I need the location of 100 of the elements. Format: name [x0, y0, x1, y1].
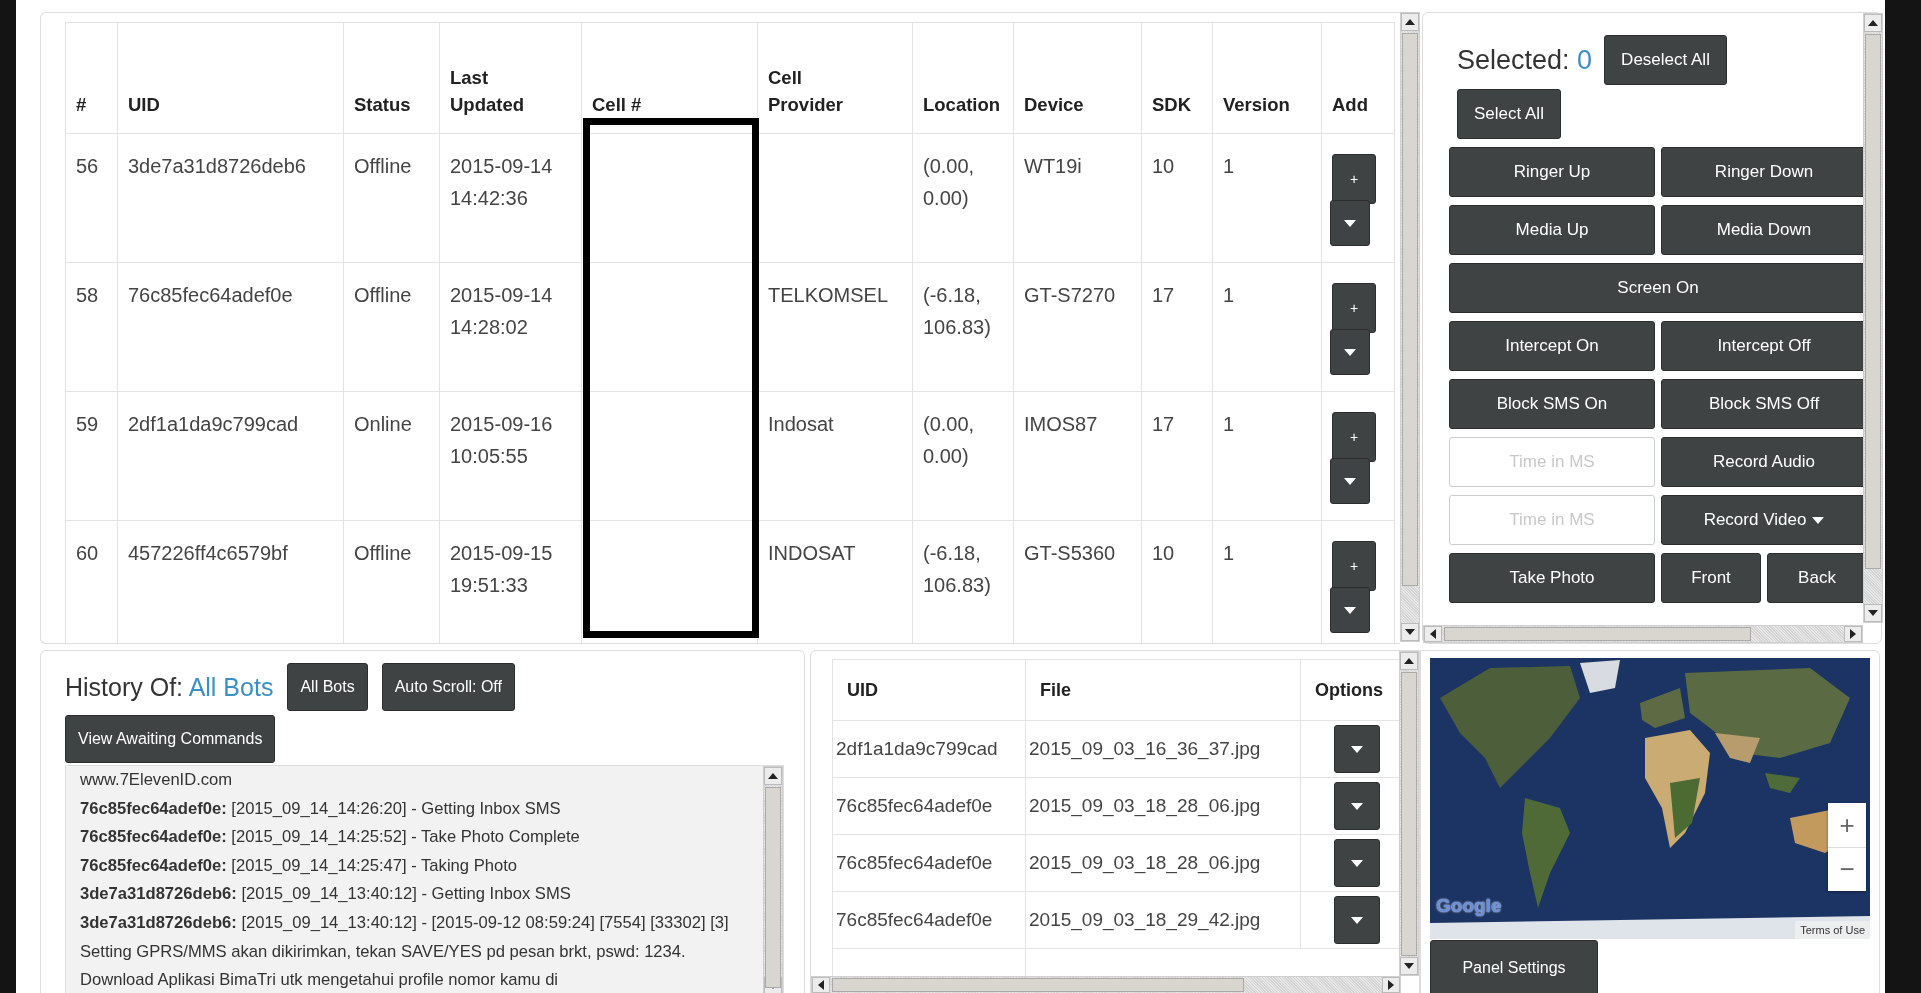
history-title: History Of: All Bots — [65, 672, 274, 702]
options-button[interactable] — [1333, 839, 1380, 887]
command-button[interactable]: Screen On — [1449, 263, 1863, 313]
column-header: Status — [343, 22, 440, 134]
table-cell-text: 60 — [76, 541, 100, 566]
table-cell-text: 1 — [1223, 541, 1236, 566]
caret-icon — [1344, 348, 1356, 356]
caret-icon — [1812, 516, 1825, 524]
table-cell-text: IMOS87 — [1024, 412, 1099, 437]
log-entry: 3de7a31d8726deb6: [2015_09_14_13:40:12] - Getting Inbox SMS — [80, 883, 572, 906]
awaiting-commands-button[interactable]: View Awaiting Commands — [65, 715, 276, 763]
command-button[interactable]: Front — [1661, 553, 1761, 603]
table-cell: 2015_09_03_18_28_06.jpg — [1029, 852, 1261, 873]
log-entry: 3de7a31d8726deb6: [2015_09_14_13:40:12] - [2015-09-12 08:59:24] [7554] [33302] [3] Setting GPRS/MMS akan dikirimkan, tekan SAVE/YES pd pesan brkt, pswd: 1234. Download Aplikasi BimaTri utk mengetahui profile nomor kamu di — [80, 911, 730, 992]
table-cell-text: Offline — [354, 541, 413, 566]
table-cell-text: Indosat — [768, 412, 835, 437]
column-header: Location — [912, 22, 1014, 134]
command-button[interactable]: Take Photo — [1449, 553, 1655, 603]
table-cell: 2015_09_03_16_36_37.jpg — [1029, 738, 1261, 759]
command-button[interactable]: Media Up — [1449, 205, 1655, 255]
table-cell-text: Offline — [354, 283, 413, 308]
column-header: SDK — [1141, 22, 1213, 134]
table-cell: 76c85fec64adef0e — [836, 852, 993, 873]
auto-scroll-button[interactable]: Auto Scroll: Off — [381, 663, 515, 711]
add-button[interactable]: + — [1332, 154, 1376, 204]
table-cell-text: 457226ff4c6579bf — [128, 541, 289, 566]
column-header: Device — [1013, 22, 1142, 134]
command-button[interactable]: Block SMS Off — [1661, 379, 1863, 429]
column-header: UID — [832, 659, 1026, 721]
scrollbar[interactable] — [1863, 13, 1883, 623]
table-cell: 2015_09_03_18_28_06.jpg — [1029, 795, 1261, 816]
table-cell-text: Offline — [354, 154, 413, 179]
table-cell-text: GT-S7270 — [1024, 283, 1117, 308]
zoom-out-button[interactable]: − — [1828, 847, 1866, 891]
scrollbar[interactable] — [811, 976, 1401, 993]
options-button[interactable] — [1333, 896, 1380, 944]
scrollbar[interactable] — [1400, 12, 1420, 642]
scrollbar[interactable] — [763, 766, 783, 993]
command-button[interactable]: Ringer Down — [1661, 147, 1863, 197]
log-entry: 76c85fec64adef0e: [2015_09_14_14:25:52] - Take Photo Complete — [80, 826, 581, 849]
table-cell: 76c85fec64adef0e — [836, 795, 993, 816]
command-button[interactable]: Record Audio — [1661, 437, 1863, 487]
command-button[interactable]: Back — [1767, 553, 1863, 603]
table-cell-text: 2015-09-15 19:51:33 — [450, 541, 554, 598]
table-cell-text: 2015-09-14 14:28:02 — [450, 283, 554, 340]
column-header: Add — [1321, 22, 1395, 134]
caret-icon — [1350, 859, 1363, 867]
table-cell-text: (0.00, 0.00) — [923, 154, 976, 211]
command-button[interactable]: Block SMS On — [1449, 379, 1655, 429]
deselect-all-button[interactable]: Deselect All — [1604, 35, 1727, 85]
add-button[interactable]: + — [1332, 283, 1376, 333]
command-button[interactable]: Intercept On — [1449, 321, 1655, 371]
column-header: Last Updated — [439, 22, 582, 134]
table-cell-text: GT-S5360 — [1024, 541, 1117, 566]
table-cell-text: 59 — [76, 412, 100, 437]
add-button[interactable]: + — [1332, 541, 1376, 591]
selected-count: Selected: 0 — [1457, 44, 1593, 76]
table-cell-text: 2015-09-14 14:42:36 — [450, 154, 554, 211]
caret-icon — [1350, 745, 1363, 753]
column-header: Version — [1212, 22, 1322, 134]
table-cell-text: WT19i — [1024, 154, 1083, 179]
scrollbar[interactable] — [1399, 651, 1419, 976]
dropdown-button[interactable] — [1330, 458, 1370, 504]
dropdown-button[interactable] — [1330, 200, 1370, 246]
column-header: UID — [117, 22, 344, 134]
zoom-in-button[interactable]: + — [1828, 803, 1866, 847]
command-button[interactable]: Media Down — [1661, 205, 1863, 255]
add-button[interactable]: + — [1332, 412, 1376, 462]
select-all-button[interactable]: Select All — [1457, 89, 1561, 139]
dropdown-button[interactable]: Record Video — [1661, 495, 1863, 545]
table-cell-text: 10 — [1152, 541, 1176, 566]
table-cell-text: (-6.18, 106.83) — [923, 541, 992, 598]
table-cell-text: 1 — [1223, 283, 1236, 308]
all-bots-button[interactable]: All Bots — [287, 663, 368, 711]
terms-link[interactable]: Terms of Use — [1795, 921, 1870, 939]
options-button[interactable] — [1333, 782, 1380, 830]
caret-icon — [1344, 477, 1356, 485]
table-cell-text: TELKOMSEL — [768, 283, 890, 308]
table-cell-text: (-6.18, 106.83) — [923, 283, 992, 340]
column-header: Cell # — [581, 22, 758, 134]
table-cell: 2df1a1da9c799cad — [836, 738, 998, 759]
options-button[interactable] — [1333, 725, 1380, 773]
table-cell: 2015_09_03_18_29_42.jpg — [1029, 909, 1261, 930]
log-entry: 76c85fec64adef0e: [2015_09_14_14:26:20] - Getting Inbox SMS — [80, 797, 562, 820]
panel-settings-button[interactable]: Panel Settings — [1430, 940, 1598, 993]
command-button[interactable]: Ringer Up — [1449, 147, 1655, 197]
log-entry: www.7ElevenID.com — [80, 769, 234, 791]
table-cell-text: 10 — [1152, 154, 1176, 179]
dropdown-button[interactable] — [1330, 587, 1370, 633]
caret-icon — [1350, 916, 1363, 924]
caret-icon — [1344, 606, 1356, 614]
table-cell-text: INDOSAT — [768, 541, 857, 566]
table-cell-text: 1 — [1223, 154, 1236, 179]
table-cell-text: Online — [354, 412, 413, 437]
caret-icon — [1350, 802, 1363, 810]
scrollbar[interactable] — [1423, 625, 1863, 643]
dropdown-button[interactable] — [1330, 329, 1370, 375]
table-cell-text: 56 — [76, 154, 100, 179]
table-cell-text: (0.00, 0.00) — [923, 412, 976, 469]
command-button[interactable]: Intercept Off — [1661, 321, 1863, 371]
